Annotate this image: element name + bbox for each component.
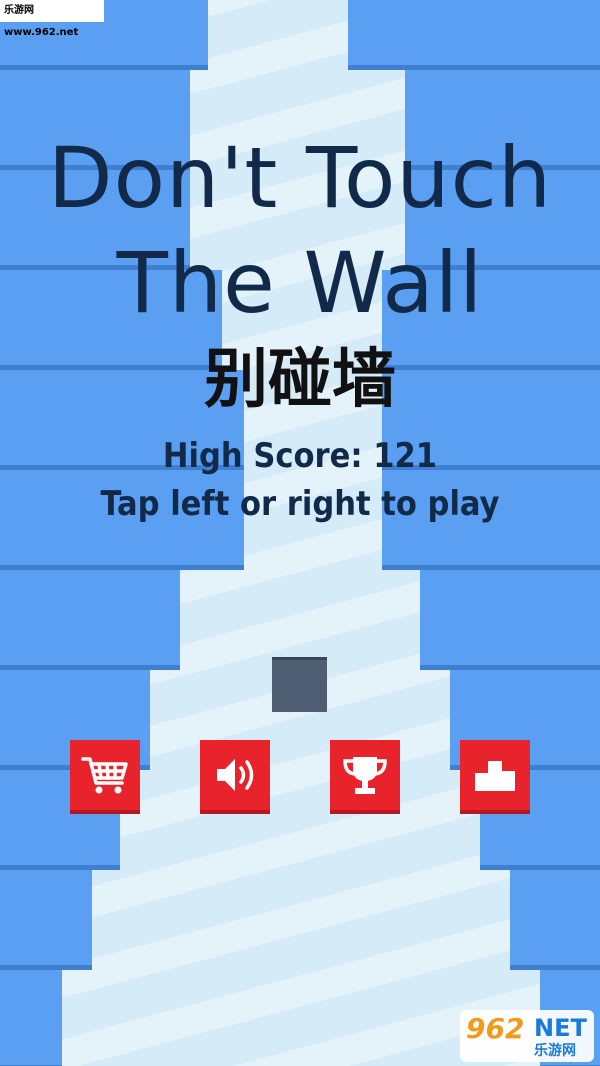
high-score: High Score: 121 xyxy=(162,436,438,476)
leaderboard-button[interactable] xyxy=(460,740,530,810)
left-wall-segment xyxy=(0,570,180,670)
player-block xyxy=(272,657,327,712)
podium-icon xyxy=(475,761,515,791)
speaker-icon xyxy=(217,759,254,791)
sound-button[interactable] xyxy=(200,740,270,810)
trophy-icon xyxy=(343,757,387,794)
achievements-button[interactable] xyxy=(330,740,400,810)
shop-button[interactable] xyxy=(70,740,140,810)
game-title-chinese: 别碰墙 xyxy=(204,343,396,417)
site-logo-watermark: 962 NET 乐游网 xyxy=(460,1010,594,1062)
logo-brand: NET xyxy=(534,1014,587,1042)
right-wall-segment xyxy=(348,0,600,70)
game-screen[interactable]: 乐游网 www.962.net Don't Touch The Wall 别碰墙… xyxy=(0,0,600,1066)
game-title-line1: Don't Touch xyxy=(47,129,553,227)
site-watermark: 乐游网 www.962.net xyxy=(0,0,104,38)
right-wall-segment xyxy=(420,570,600,670)
logo-number: 962 xyxy=(466,1012,525,1045)
cart-icon xyxy=(81,757,128,794)
left-wall-segment xyxy=(0,970,62,1066)
play-instruction: Tap left or right to play xyxy=(100,484,500,524)
right-wall-segment xyxy=(510,870,600,970)
game-title-line2: The Wall xyxy=(116,234,484,332)
logo-caption: 乐游网 xyxy=(534,1043,576,1059)
left-wall-segment xyxy=(0,870,92,970)
